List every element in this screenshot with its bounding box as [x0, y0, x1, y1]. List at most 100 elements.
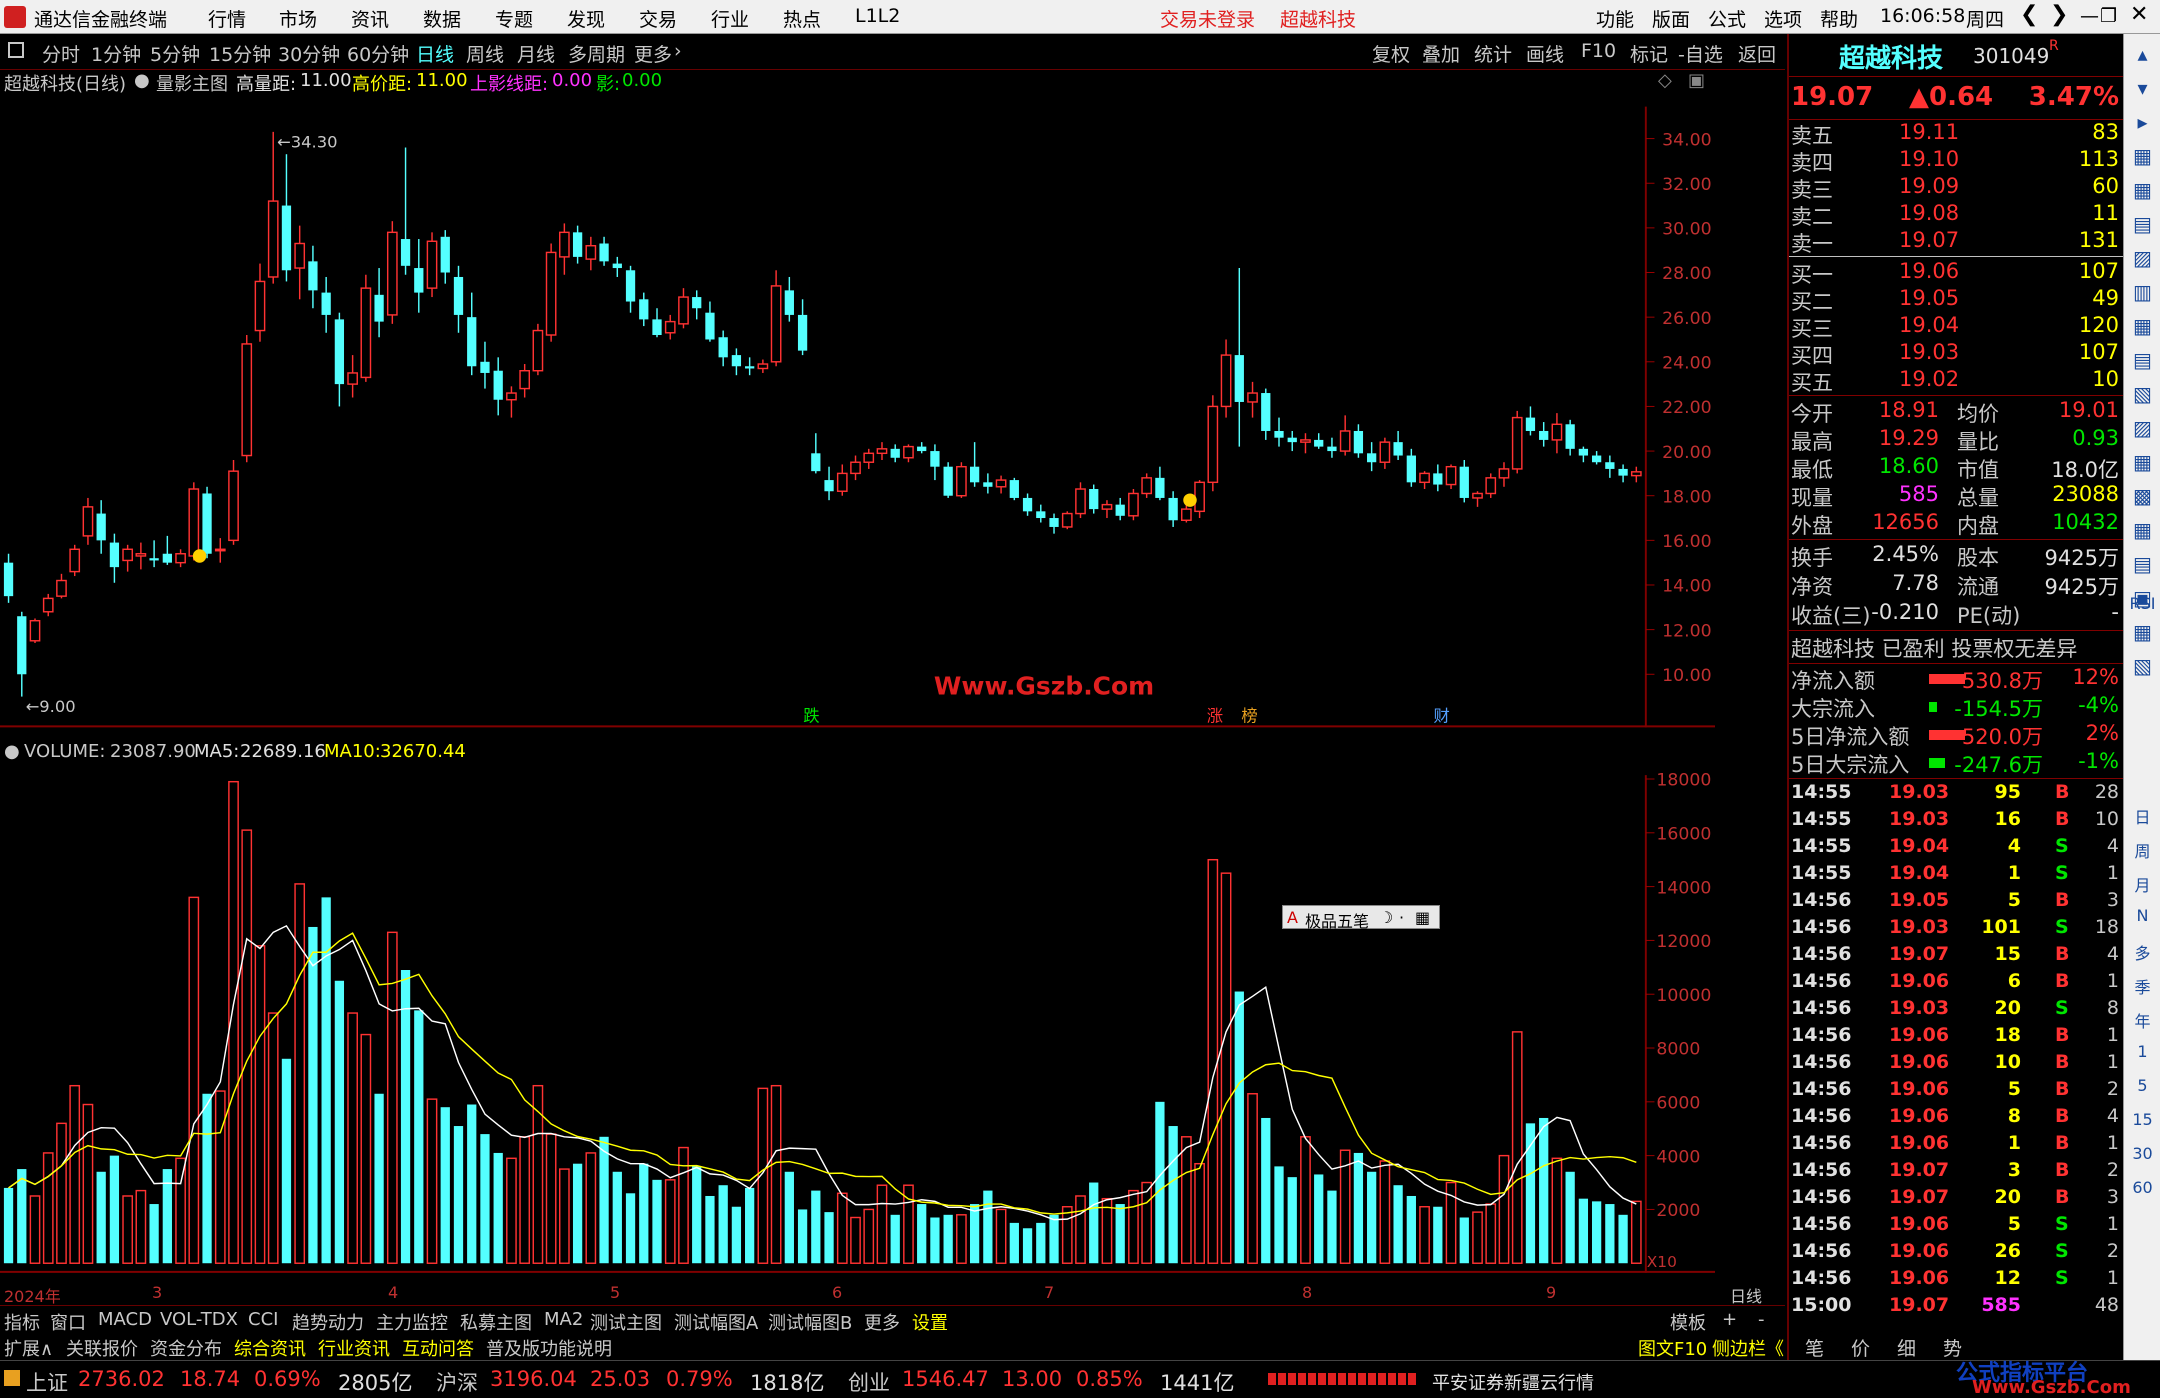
tool-diejia[interactable]: 叠加 — [1422, 40, 1460, 67]
sidebar-period-8[interactable]: 5 — [2124, 1076, 2160, 1095]
menu-hangye[interactable]: 行业 — [711, 5, 749, 32]
sidebar-tool-icon[interactable]: ▦ — [2124, 144, 2160, 168]
ime-moon-icon[interactable]: ☽ — [1379, 908, 1393, 927]
back-icon[interactable]: ❮ — [2020, 2, 2038, 27]
current-stock[interactable]: 超越科技 — [1280, 5, 1356, 32]
tool-biaoji[interactable]: 标记 — [1630, 40, 1668, 67]
period-week[interactable]: 周线 — [466, 40, 504, 67]
sidebar-period-4[interactable]: 多 — [2124, 940, 2160, 964]
menu-hangqing[interactable]: 行情 — [208, 5, 246, 32]
sidebar-period-6[interactable]: 年 — [2124, 1008, 2160, 1032]
tool-fuquan[interactable]: 复权 — [1372, 40, 1410, 67]
tool-zixuan[interactable]: -自选 — [1678, 40, 1723, 67]
period-5min[interactable]: 5分钟 — [150, 40, 200, 67]
minimize-icon[interactable]: — — [2080, 5, 2099, 27]
sidebar-period-5[interactable]: 季 — [2124, 974, 2160, 998]
sidebar-tool-icon[interactable]: ▨ — [2124, 246, 2160, 270]
main-indicator-name[interactable]: 量影主图 — [156, 70, 228, 96]
tab-zonghe[interactable]: 综合资讯 — [234, 1335, 306, 1361]
tool-f10[interactable]: F10 — [1581, 40, 1616, 62]
sidebar-period-10[interactable]: 30 — [2124, 1144, 2160, 1163]
sidebar-tool-icon[interactable]: ▦ — [2124, 178, 2160, 202]
tab-kuozhan[interactable]: 扩展∧ — [4, 1335, 53, 1361]
period-fenshi[interactable]: 分时 — [42, 40, 80, 67]
menu-jiaoyi[interactable]: 交易 — [639, 5, 677, 32]
sidebar-tool-icon[interactable]: ▨ — [2124, 416, 2160, 440]
menu-zixun[interactable]: 资讯 — [351, 5, 389, 32]
menu-xuanxiang[interactable]: 选项 — [1764, 5, 1802, 32]
sidebar-tool-icon[interactable]: ▥ — [2124, 280, 2160, 304]
ime-a-icon[interactable]: A — [1287, 908, 1298, 927]
panel-tab-2[interactable]: 细 — [1897, 1334, 1916, 1361]
sidebar-tool-icon[interactable]: ▧ — [2124, 654, 2160, 678]
sidebar-tool-icon[interactable]: ▸ — [2124, 110, 2160, 134]
remove-window-button[interactable]: - — [1758, 1309, 1765, 1330]
diamond-icon[interactable]: ◇ — [1658, 70, 1672, 91]
sidebar-tool-icon[interactable]: ▦ — [2124, 620, 2160, 644]
sidebar-tool-icon[interactable]: ▤ — [2124, 552, 2160, 576]
period-multi[interactable]: 多周期 — [568, 40, 625, 67]
sidebar-tool-icon[interactable]: ▴ — [2124, 42, 2160, 66]
menu-shichang[interactable]: 市场 — [279, 5, 317, 32]
tab-puji[interactable]: 普及版功能说明 — [486, 1335, 612, 1361]
panel-tab-1[interactable]: 价 — [1851, 1334, 1870, 1361]
panel-toggle-icon[interactable] — [8, 42, 24, 58]
restore-icon[interactable]: ❐ — [2100, 5, 2117, 27]
sidebar-period-11[interactable]: 60 — [2124, 1178, 2160, 1197]
tab-ma2[interactable]: MA2 — [544, 1309, 583, 1330]
kline-chart[interactable]: 34.00 32.00 30.00 28.00 26.00 24.00 22.00 20.00… — [0, 94, 1715, 740]
period-15min[interactable]: 15分钟 — [209, 40, 271, 67]
sidebar-period-9[interactable]: 15 — [2124, 1110, 2160, 1129]
tab-zijin[interactable]: 资金分布 — [150, 1335, 222, 1361]
period-30min[interactable]: 30分钟 — [278, 40, 340, 67]
hs-label[interactable]: 沪深 — [436, 1367, 478, 1397]
period-day[interactable]: 日线 — [416, 40, 454, 67]
menu-redian[interactable]: 热点 — [783, 5, 821, 32]
gear-icon[interactable]: ● — [4, 741, 20, 762]
period-1min[interactable]: 1分钟 — [91, 40, 141, 67]
sidebar-period-7[interactable]: 1 — [2124, 1042, 2160, 1061]
sidebar-period-12[interactable]: RSI — [2124, 594, 2160, 613]
add-window-button[interactable]: + — [1722, 1309, 1737, 1330]
volume-chart[interactable]: 18000 16000 14000 12000 10000 8000 6000 4000 200… — [0, 765, 1715, 1283]
sidebar-tool-icon[interactable]: ▦ — [2124, 518, 2160, 542]
tab-guanlian[interactable]: 关联报价 — [66, 1335, 138, 1361]
sh-label[interactable]: 上证 — [26, 1367, 68, 1397]
sidebar-tool-icon[interactable]: ▾ — [2124, 76, 2160, 100]
sidebar-period-0[interactable]: 日 — [2124, 804, 2160, 828]
tab-macd[interactable]: MACD — [98, 1309, 152, 1330]
menu-banmian[interactable]: 版面 — [1652, 5, 1690, 32]
tool-huaxian[interactable]: 画线 — [1526, 40, 1564, 67]
cy-label[interactable]: 创业 — [848, 1367, 890, 1397]
menu-zhuanti[interactable]: 专题 — [495, 5, 533, 32]
menu-gongneng[interactable]: 功能 — [1596, 5, 1634, 32]
tab-hangye[interactable]: 行业资讯 — [318, 1335, 390, 1361]
menu-shuju[interactable]: 数据 — [423, 5, 461, 32]
expand-icon[interactable]: ▣ — [1688, 70, 1705, 91]
login-status[interactable]: 交易未登录 — [1160, 5, 1255, 32]
tab-cci[interactable]: CCI — [248, 1309, 278, 1330]
tool-tongji[interactable]: 统计 — [1474, 40, 1512, 67]
menu-l1l2[interactable]: L1L2 — [855, 5, 900, 27]
sidebar-tool-icon[interactable]: ▤ — [2124, 348, 2160, 372]
tab-hudong[interactable]: 互动问答 — [402, 1335, 474, 1361]
sidebar-tool-icon[interactable]: ▦ — [2124, 314, 2160, 338]
sidebar-period-2[interactable]: 月 — [2124, 872, 2160, 896]
menu-faxian[interactable]: 发现 — [567, 5, 605, 32]
close-icon[interactable]: ✕ — [2130, 2, 2148, 27]
forward-icon[interactable]: ❯ — [2050, 2, 2068, 27]
panel-tab-0[interactable]: 笔 — [1805, 1334, 1824, 1361]
f10-button[interactable]: 图文F10 — [1638, 1335, 1707, 1361]
sidebar-period-3[interactable]: N — [2124, 906, 2160, 925]
menu-bangzhu[interactable]: 帮助 — [1820, 5, 1858, 32]
tab-vol-tdx[interactable]: VOL-TDX — [160, 1309, 238, 1330]
period-month[interactable]: 月线 — [517, 40, 555, 67]
sidebar-tool-icon[interactable]: ▩ — [2124, 484, 2160, 508]
ime-keyboard-icon[interactable]: ▦ — [1415, 908, 1430, 927]
ime-popup[interactable]: A 极品五笔 ☽ · ▦ — [1282, 905, 1440, 931]
sidebar-tool-icon[interactable]: ▤ — [2124, 212, 2160, 236]
sidebar-period-1[interactable]: 周 — [2124, 838, 2160, 862]
sidebar-tool-icon[interactable]: ▦ — [2124, 450, 2160, 474]
period-60min[interactable]: 60分钟 — [347, 40, 409, 67]
sidebar-tool-icon[interactable]: ▧ — [2124, 382, 2160, 406]
